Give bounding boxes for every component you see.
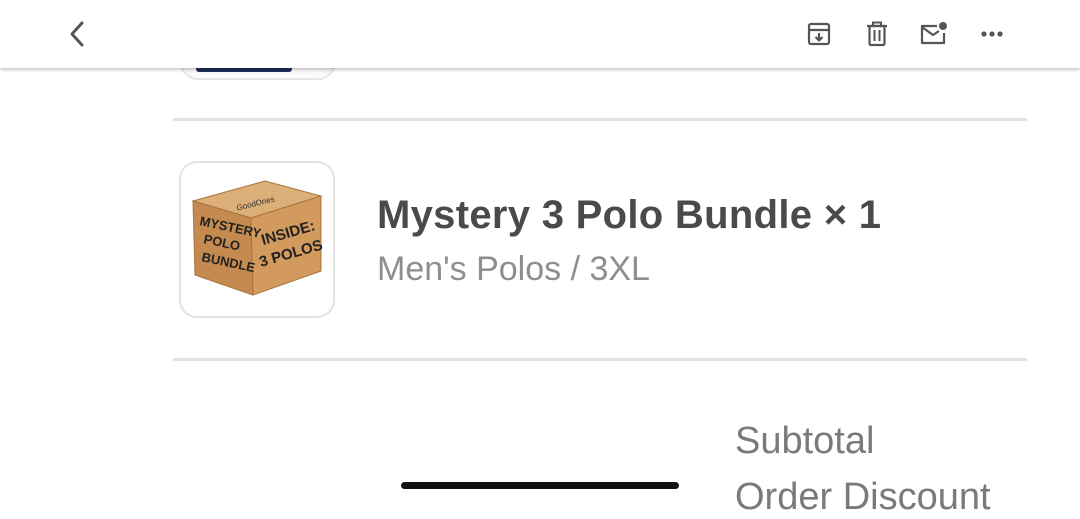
trash-icon [867,21,887,47]
divider [173,118,1027,121]
mystery-box-image: GoodOnes MYSTERY POLO BUNDLE INSIDE: 3 P… [191,180,325,296]
archive-icon [807,22,831,46]
subtotal-label: Subtotal [735,420,875,462]
product-title: Mystery 3 Polo Bundle × 1 [377,193,882,237]
back-button[interactable] [58,14,98,54]
divider [173,358,1027,361]
home-indicator[interactable] [401,482,679,489]
order-discount-label: Order Discount [735,476,991,518]
archive-button[interactable] [799,14,839,54]
delete-button[interactable] [857,14,897,54]
top-app-bar [0,0,1080,68]
product-thumbnail[interactable]: GoodOnes MYSTERY POLO BUNDLE INSIDE: 3 P… [179,161,335,318]
mark-unread-button[interactable] [914,14,954,54]
more-button[interactable] [972,14,1012,54]
mark-unread-icon [920,22,947,45]
product-variant: Men's Polos / 3XL [377,250,650,288]
more-icon [981,31,1003,37]
chevron-left-icon [70,21,84,47]
